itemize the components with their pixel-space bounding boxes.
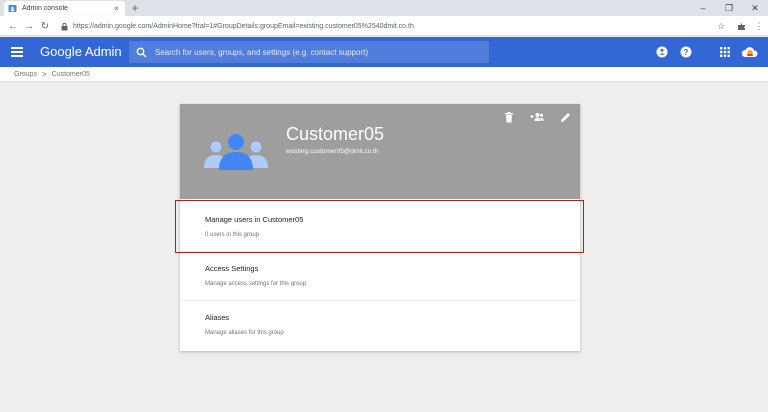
menu-icon[interactable] (11, 46, 23, 58)
access-settings-section[interactable]: Access Settings Manage access settings f… (180, 252, 580, 301)
group-icon (204, 134, 268, 170)
group-details-card: Customer05 existing.customer05@dmit.co.t… (180, 104, 580, 351)
url-text: https://admin.google.com/AdminHome?fral=… (73, 22, 414, 30)
delete-icon[interactable] (502, 110, 516, 124)
access-settings-subtitle: Manage access settings for this group (205, 281, 307, 287)
new-tab-button[interactable]: + (129, 1, 141, 15)
breadcrumb-separator: > (41, 69, 47, 79)
account-avatar[interactable] (741, 45, 759, 59)
browser-tab[interactable]: Admin console × (4, 1, 125, 16)
maximize-button[interactable]: ❐ (716, 0, 742, 16)
admin-favicon-icon (8, 4, 17, 13)
tab-title: Admin console (22, 5, 68, 12)
breadcrumb-current: Customer05 (51, 70, 90, 78)
minimize-button[interactable]: – (690, 0, 716, 16)
bookmark-star-icon[interactable]: ☆ (714, 18, 728, 34)
search-placeholder: Search for users, groups, and settings (… (155, 47, 368, 57)
edit-icon[interactable] (558, 110, 572, 124)
address-bar[interactable]: https://admin.google.com/AdminHome?fral=… (56, 18, 711, 34)
aliases-subtitle: Manage aliases for this group (205, 330, 284, 336)
apps-icon[interactable] (719, 46, 731, 58)
help-icon[interactable]: ? (680, 46, 692, 58)
access-settings-title: Access Settings (205, 264, 259, 273)
manage-users-section[interactable]: Manage users in Customer05 0 users in th… (180, 203, 580, 252)
manage-users-subtitle: 0 users in this group (205, 232, 260, 238)
browser-toolbar: ← → ↻ https://admin.google.com/AdminHome… (0, 16, 768, 36)
group-name: Customer05 (286, 124, 385, 144)
breadcrumb: Groups > Customer05 (0, 67, 768, 82)
extension-icon[interactable] (734, 18, 748, 34)
add-member-icon[interactable] (530, 110, 544, 124)
svg-text:?: ? (684, 48, 689, 57)
lock-icon (60, 22, 69, 31)
brand-logo[interactable]: Google Admin (40, 44, 122, 59)
browser-menu-icon[interactable]: ⋮ (752, 18, 766, 34)
group-email: existing.customer05@dmit.co.th (286, 148, 379, 155)
reload-icon[interactable]: ↻ (38, 18, 52, 34)
search-icon (136, 47, 147, 58)
tab-close-icon[interactable]: × (112, 4, 121, 13)
aliases-title: Aliases (205, 313, 230, 322)
forward-icon[interactable]: → (22, 18, 36, 34)
back-icon[interactable]: ← (6, 18, 20, 34)
manage-users-title: Manage users in Customer05 (205, 215, 304, 224)
admin-header: Google Admin Search for users, groups, a… (0, 37, 768, 67)
aliases-section[interactable]: Aliases Manage aliases for this group (180, 301, 580, 350)
breadcrumb-groups-link[interactable]: Groups (14, 71, 37, 78)
browser-tab-strip: Admin console × + – ❐ ✕ (0, 0, 768, 16)
search-input[interactable]: Search for users, groups, and settings (… (129, 41, 489, 63)
close-window-button[interactable]: ✕ (742, 0, 768, 16)
group-header: Customer05 existing.customer05@dmit.co.t… (180, 104, 580, 199)
support-icon[interactable] (656, 46, 668, 58)
